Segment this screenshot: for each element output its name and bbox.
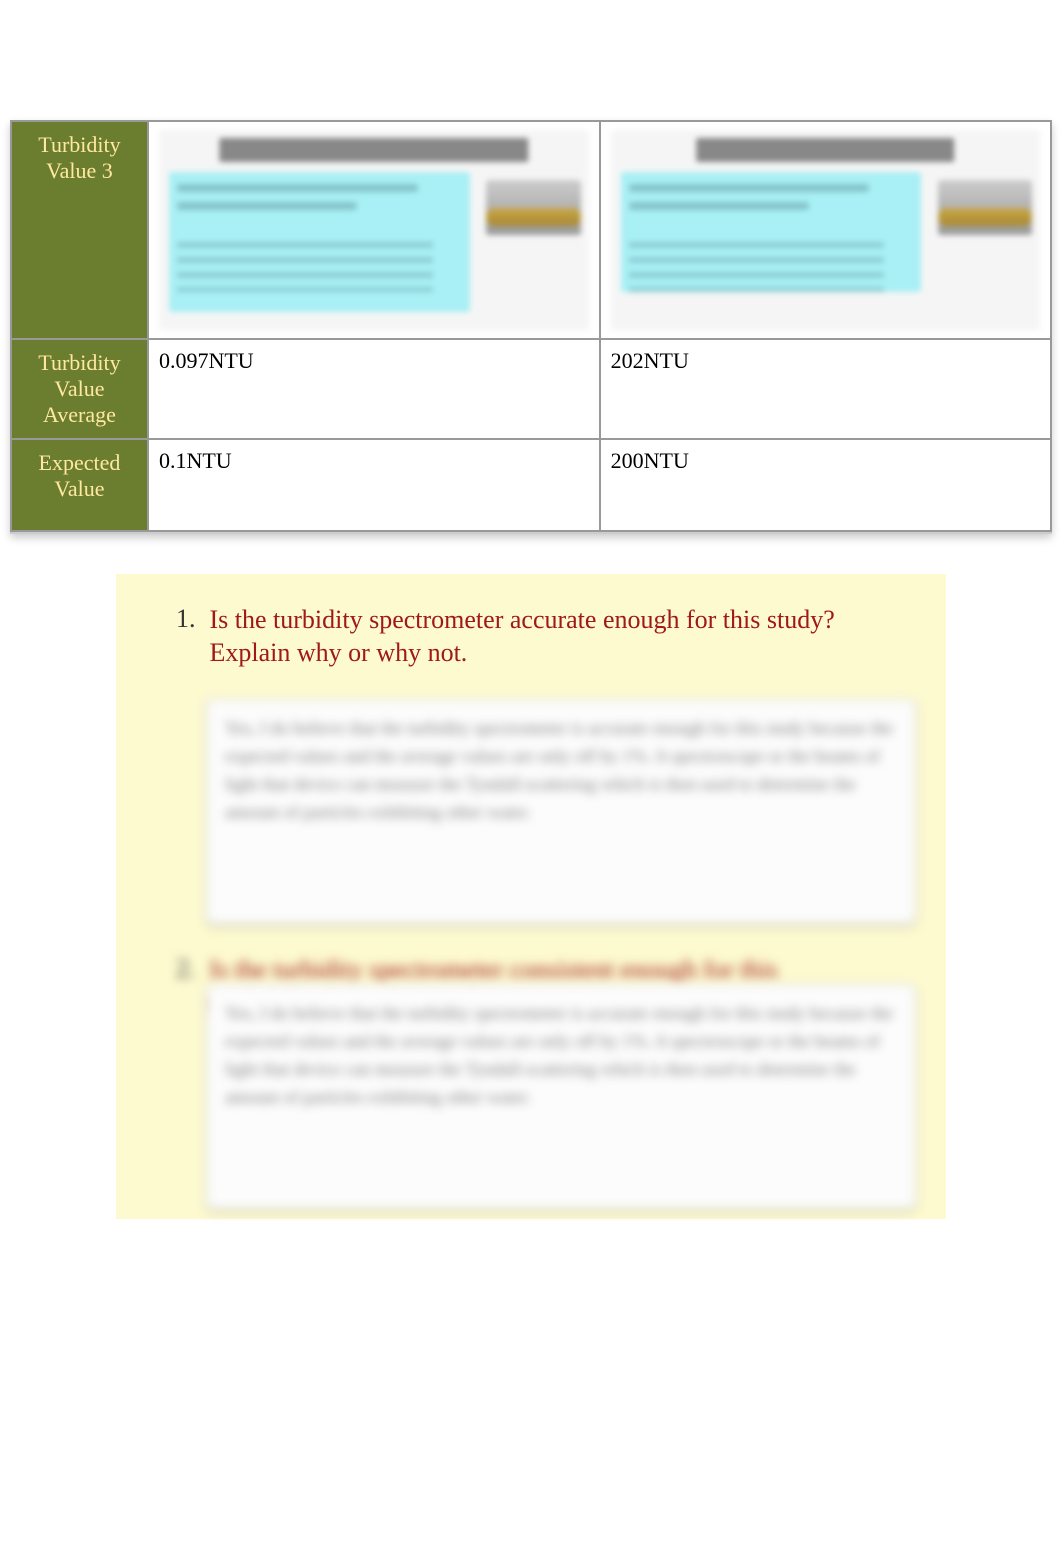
screenshot-thumbnail-2 [611, 130, 1040, 330]
question-text: Is the turbidity spectrometer accurate e… [210, 604, 840, 669]
cell-r1-c2 [600, 121, 1051, 339]
label-text: Turbidity Value 3 [38, 132, 120, 183]
cell-r2-c2: 202NTU [600, 339, 1051, 439]
row-label-expected-value: Expected Value [11, 439, 148, 531]
cell-r1-c1 [148, 121, 600, 339]
question-number: 1. [176, 604, 196, 634]
answer-text: Yes, I do believe that the turbidity spe… [225, 715, 897, 827]
label-text: Expected Value [39, 450, 121, 501]
row-label-turbidity-value-3: Turbidity Value 3 [11, 121, 148, 339]
answer-text: Yes, I do believe that the turbidity spe… [225, 1000, 897, 1112]
question-number: 2. [176, 954, 196, 984]
row-label-turbidity-value-average: Turbidity Value Average [11, 339, 148, 439]
cell-r3-c2: 200NTU [600, 439, 1051, 531]
cell-r3-c1: 0.1NTU [148, 439, 600, 531]
answer-box-1[interactable]: Yes, I do believe that the turbidity spe… [206, 699, 916, 924]
label-text: Turbidity Value Average [38, 350, 120, 427]
data-table: Turbidity Value 3 [10, 120, 1052, 534]
answer-box-2[interactable]: Yes, I do believe that the turbidity spe… [206, 984, 916, 1209]
screenshot-thumbnail-1 [159, 130, 589, 330]
question-1: 1. Is the turbidity spectrometer accurat… [146, 604, 916, 924]
cell-r2-c1: 0.097NTU [148, 339, 600, 439]
